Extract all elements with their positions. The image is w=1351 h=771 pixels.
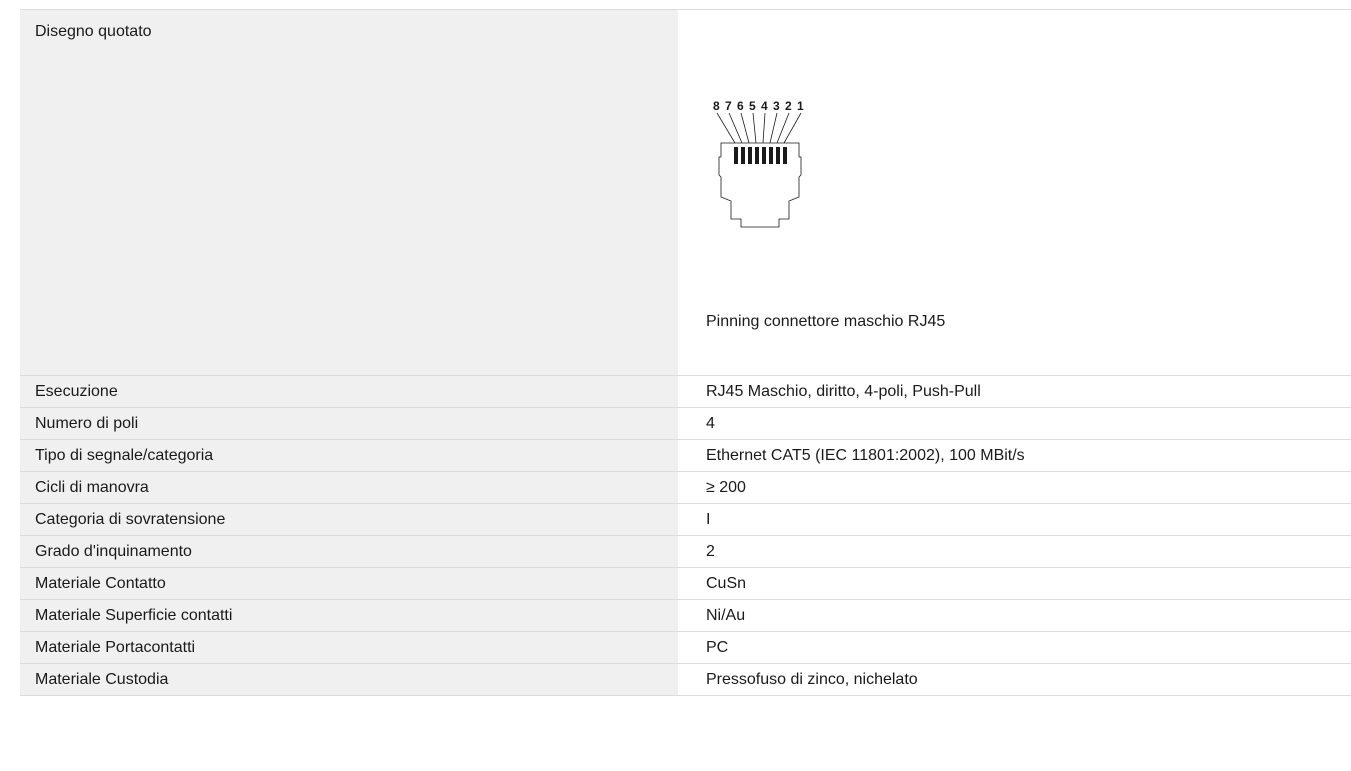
pin-number-4: 4 <box>761 99 768 113</box>
spec-row-overvoltage-category: Categoria di sovratensione I <box>20 504 1351 536</box>
spec-row-contact-carrier-material: Materiale Portacontatti PC <box>20 632 1351 664</box>
spec-row-mating-cycles: Cicli di manovra ≥ 200 <box>20 472 1351 504</box>
spec-label: Esecuzione <box>20 376 678 407</box>
drawing-caption: Pinning connettore maschio RJ45 <box>706 313 946 330</box>
spec-value: Pressofuso di zinco, nichelato <box>706 671 918 688</box>
spec-label: Grado d'inquinamento <box>20 536 678 567</box>
spec-row-poles: Numero di poli 4 <box>20 408 1351 440</box>
spec-label: Materiale Superficie contatti <box>20 600 678 631</box>
pin-number-8: 8 <box>713 99 720 113</box>
pin-number-7: 7 <box>725 99 732 113</box>
spec-row-housing-material: Materiale Custodia Pressofuso di zinco, … <box>20 664 1351 696</box>
spec-label: Numero di poli <box>20 408 678 439</box>
pin-number-3: 3 <box>773 99 780 113</box>
rj45-pinout-drawing: 8 7 6 5 4 3 2 1 <box>713 99 804 228</box>
rj45-housing-outline <box>718 142 802 228</box>
spec-label: Categoria di sovratensione <box>20 504 678 535</box>
spec-value: I <box>706 511 711 528</box>
spec-value: PC <box>706 639 729 656</box>
drawing-cell: 8 7 6 5 4 3 2 1 Pinning connettore masch… <box>678 10 1351 375</box>
spec-label: Materiale Portacontatti <box>20 632 678 663</box>
spec-row-contact-material: Materiale Contatto CuSn <box>20 568 1351 600</box>
drawing-label: Disegno quotato <box>20 10 678 375</box>
spec-label: Materiale Contatto <box>20 568 678 599</box>
spec-label: Materiale Custodia <box>20 664 678 695</box>
spec-value: RJ45 Maschio, diritto, 4-poli, Push-Pull <box>706 383 981 400</box>
spec-table: Disegno quotato 8 7 6 5 4 3 2 1 Pinning … <box>20 9 1351 696</box>
spec-value: Ni/Au <box>706 607 746 624</box>
spec-value: ≥ 200 <box>706 479 746 496</box>
pin-number-1: 1 <box>797 99 804 113</box>
pin-leader-lines <box>716 112 802 144</box>
spec-value: 2 <box>706 543 715 560</box>
spec-row-contact-surface-material: Materiale Superficie contatti Ni/Au <box>20 600 1351 632</box>
pin-number-6: 6 <box>737 99 744 113</box>
spec-value: CuSn <box>706 575 747 592</box>
spec-row-execution: Esecuzione RJ45 Maschio, diritto, 4-poli… <box>20 376 1351 408</box>
pin-number-2: 2 <box>785 99 792 113</box>
spec-label: Cicli di manovra <box>20 472 678 503</box>
spec-label: Tipo di segnale/categoria <box>20 440 678 471</box>
spec-row-pollution-degree: Grado d'inquinamento 2 <box>20 536 1351 568</box>
spec-row-signal-type: Tipo di segnale/categoria Ethernet CAT5 … <box>20 440 1351 472</box>
drawing-row: Disegno quotato 8 7 6 5 4 3 2 1 Pinning … <box>20 10 1351 376</box>
spec-value: Ethernet CAT5 (IEC 11801:2002), 100 MBit… <box>706 447 1025 464</box>
spec-value: 4 <box>706 415 715 432</box>
pin-number-5: 5 <box>749 99 756 113</box>
